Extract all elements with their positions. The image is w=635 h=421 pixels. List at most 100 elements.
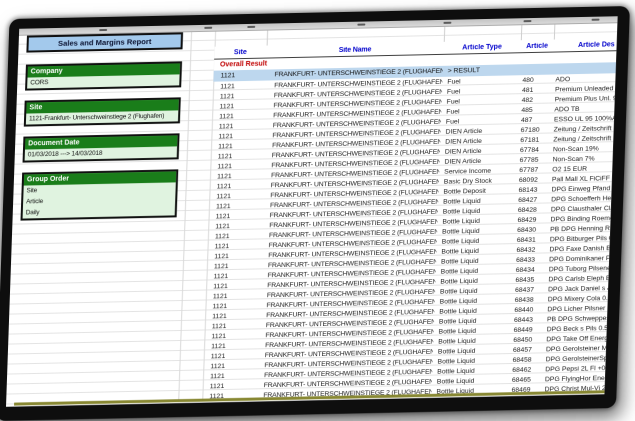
cell-article[interactable]: 68449 bbox=[511, 326, 544, 334]
cell-site[interactable]: 1121 bbox=[211, 152, 263, 160]
cell-article-type[interactable]: Bottle Liquid bbox=[438, 197, 515, 206]
cell-site[interactable]: 1121 bbox=[206, 282, 258, 290]
cell-article-desc[interactable]: DPG Einweg Pfand 0.25 bbox=[548, 185, 611, 193]
cell-article[interactable]: 485 bbox=[518, 106, 551, 114]
cell-article-type[interactable]: Bottle Liquid bbox=[437, 237, 514, 246]
cell-article-desc[interactable]: DPG Mixery Cola 0.5L +0 bbox=[545, 295, 608, 303]
cell-article-desc[interactable]: DPG Dominikaner Pils 0 bbox=[546, 255, 609, 263]
cell-article-desc[interactable]: DPG Tuborg Pilsener 0.5 bbox=[546, 265, 609, 273]
cell-site[interactable]: 1121 bbox=[213, 92, 265, 100]
cell-article-type[interactable]: Bottle Liquid bbox=[437, 217, 514, 226]
column-header[interactable]: Article Type bbox=[443, 43, 520, 52]
column-header[interactable]: Article bbox=[520, 42, 553, 50]
cell-site[interactable]: 1121 bbox=[204, 342, 256, 350]
cell-article-type[interactable]: Service Income bbox=[439, 167, 516, 176]
cell-article-type[interactable]: Fuel bbox=[441, 117, 518, 126]
cell-site[interactable]: 1121 bbox=[207, 252, 259, 260]
cell-article-type[interactable]: Bottle Liquid bbox=[433, 347, 510, 356]
cell-article-type[interactable]: Bottle Liquid bbox=[434, 307, 511, 316]
cell-article-desc[interactable]: Zeitung / Zeitschrift 19% bbox=[550, 135, 613, 143]
cell-article-desc[interactable]: DPG FlyingHor Ene Dri 0 bbox=[542, 375, 605, 383]
cell-site[interactable]: 1121 bbox=[206, 272, 258, 280]
cell-site[interactable]: 1121 bbox=[213, 82, 265, 90]
cell-article-type[interactable]: Fuel bbox=[442, 77, 519, 86]
cell-article[interactable]: 68432 bbox=[513, 246, 546, 254]
cell-article-desc[interactable]: DPG Pepsi 2L Fl +0.25 P bbox=[542, 365, 605, 373]
cell-article-type[interactable]: Bottle Liquid bbox=[437, 227, 514, 236]
cell-article[interactable]: 67785 bbox=[516, 156, 549, 164]
cell-article-type[interactable]: DIEN Article bbox=[440, 137, 517, 146]
cell-article-type[interactable]: Bottle Liquid bbox=[435, 287, 512, 296]
cell-article-type[interactable]: Fuel bbox=[441, 107, 518, 116]
cell-article-desc[interactable]: Zeitung / Zeitschrift 7% bbox=[551, 125, 614, 133]
cell-article-type[interactable]: > RESULT bbox=[443, 66, 520, 75]
cell-article-desc[interactable]: DPG Take Off Energ 1L + bbox=[543, 335, 606, 343]
cell-article[interactable]: 482 bbox=[519, 96, 552, 104]
cell-article-type[interactable]: Bottle Liquid bbox=[432, 367, 509, 376]
cell-article-desc[interactable]: DPG Beck s Pils 0.5L +0. bbox=[544, 325, 607, 333]
cell-article-desc[interactable]: Non-Scan 7% bbox=[550, 155, 613, 163]
cell-article-desc[interactable]: DPG Licher Pilsner 0.5L+ bbox=[544, 305, 607, 313]
cell-article-desc[interactable]: DPG Binding Roemer Pi bbox=[547, 215, 610, 223]
column-header-strip[interactable] bbox=[19, 16, 618, 36]
cell-article-type[interactable]: Bottle Liquid bbox=[438, 207, 515, 216]
cell-article-desc[interactable]: O2 15 EUR bbox=[549, 165, 612, 173]
cell-article[interactable]: 68429 bbox=[514, 216, 547, 224]
cell-article-type[interactable]: Bottle Liquid bbox=[432, 377, 509, 386]
cell-site[interactable]: 1121 bbox=[211, 142, 263, 150]
cell-article[interactable]: 67787 bbox=[516, 166, 549, 174]
column-header[interactable]: Article Des bbox=[553, 41, 616, 49]
cell-article[interactable]: 68462 bbox=[509, 366, 542, 374]
cell-site[interactable]: 1121 bbox=[207, 262, 259, 270]
cell-article-desc[interactable]: Non-Scan 19% bbox=[550, 145, 613, 153]
cell-site[interactable]: 1121 bbox=[210, 182, 262, 190]
cell-article[interactable]: 68457 bbox=[510, 346, 543, 354]
cell-article-desc[interactable]: Pall Mall XL FiCiFF 175t. bbox=[549, 175, 612, 183]
cell-article-desc[interactable]: DPG GerolsteinerSprud bbox=[543, 355, 606, 363]
cell-article-desc[interactable]: PB DPG Schweppes Bit l bbox=[544, 315, 607, 323]
cell-article[interactable]: 480 bbox=[519, 76, 552, 84]
cell-site[interactable]: 1121 bbox=[204, 332, 256, 340]
cell-article[interactable]: 68440 bbox=[511, 306, 544, 314]
cell-article[interactable]: 67784 bbox=[517, 146, 550, 154]
cell-article-type[interactable]: Bottle Liquid bbox=[433, 337, 510, 346]
cell-article[interactable]: 68450 bbox=[510, 336, 543, 344]
cell-article[interactable] bbox=[520, 69, 553, 70]
cell-article-type[interactable]: Bottle Liquid bbox=[434, 317, 511, 326]
cell-article[interactable]: 68458 bbox=[510, 356, 543, 364]
cell-article-type[interactable]: Fuel bbox=[442, 97, 519, 106]
cell-article-type[interactable]: DIEN Article bbox=[439, 157, 516, 166]
cell-article-desc[interactable]: DPG Carlsb Eleph Beer 0 bbox=[545, 275, 608, 283]
cell-article[interactable]: 67180 bbox=[518, 126, 551, 134]
cell-article[interactable]: 68435 bbox=[512, 276, 545, 284]
cell-site[interactable]: 1121 bbox=[206, 292, 258, 300]
cell-article-type[interactable]: Bottle Liquid bbox=[436, 267, 513, 276]
cell-site[interactable]: 1121 bbox=[208, 222, 260, 230]
cell-article-type[interactable]: Bottle Liquid bbox=[432, 357, 509, 366]
cell-site[interactable]: 1121 bbox=[212, 112, 264, 120]
cell-article[interactable]: 68143 bbox=[515, 186, 548, 194]
cell-article-type[interactable]: Fuel bbox=[442, 87, 519, 96]
cell-site[interactable]: 1121 bbox=[205, 312, 257, 320]
cell-site[interactable]: 1121 bbox=[209, 202, 261, 210]
cell-article-desc[interactable]: ADO bbox=[552, 75, 615, 83]
cell-article[interactable]: 68443 bbox=[511, 316, 544, 324]
cell-article[interactable]: 487 bbox=[518, 116, 551, 124]
cell-site[interactable]: 1121 bbox=[205, 302, 257, 310]
cell-article-desc[interactable]: DPG Schoefferh Hefew bbox=[548, 195, 611, 203]
filter-value-cell[interactable]: 01/03/2018 ---> 14/03/2018 bbox=[25, 146, 177, 160]
cell-article-desc[interactable]: Premium Unleaded 95 ( bbox=[552, 85, 615, 93]
column-header[interactable]: Site Name bbox=[266, 44, 443, 55]
cell-site[interactable]: 1121 bbox=[205, 322, 257, 330]
cell-article-type[interactable]: DIEN Article bbox=[440, 127, 517, 136]
cell-site[interactable]: 1121 bbox=[204, 352, 256, 360]
cell-article-desc[interactable]: DPG Bitburger Pils 0.5L bbox=[547, 235, 610, 243]
cell-article-desc[interactable]: ADO TB bbox=[551, 105, 614, 113]
cell-article[interactable]: 68433 bbox=[513, 256, 546, 264]
cell-article-desc[interactable]: DPG Gerolsteiner Med bbox=[543, 345, 606, 353]
cell-site[interactable]: 1121 bbox=[209, 192, 261, 200]
cell-article-desc[interactable]: DPG Faxe Danish Beer 1 bbox=[546, 245, 609, 253]
cell-article[interactable]: 68437 bbox=[512, 286, 545, 294]
cell-article-type[interactable]: DIEN Article bbox=[440, 147, 517, 156]
cell-site[interactable]: 1121 bbox=[207, 242, 259, 250]
